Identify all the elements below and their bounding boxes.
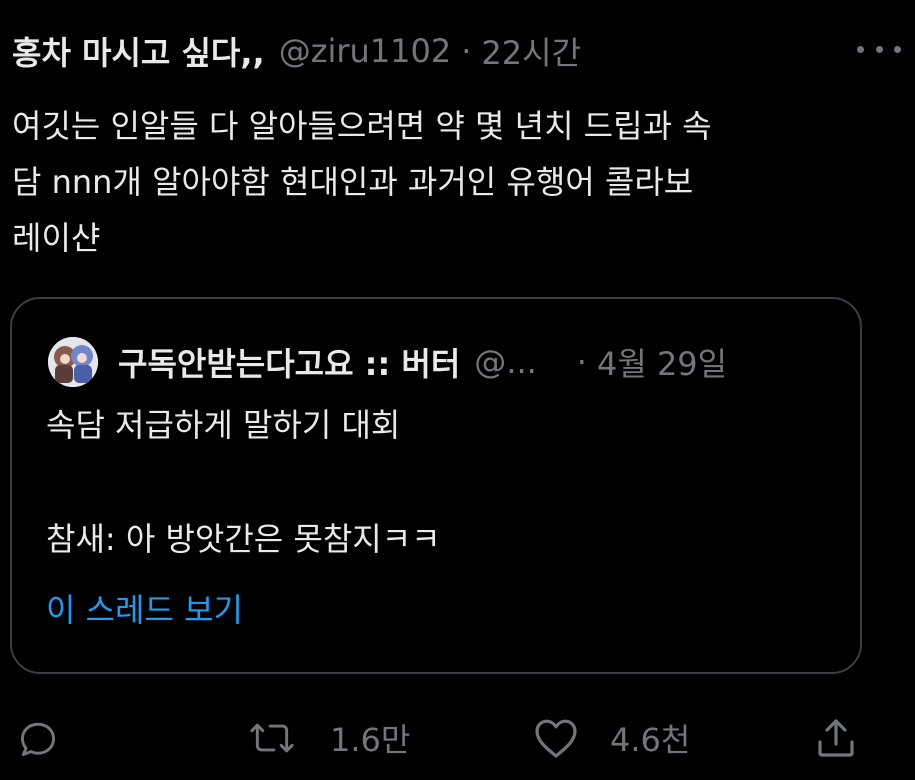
like-button[interactable]: 4.6천 [532,708,690,768]
author-handle[interactable]: @ziru1102 [279,32,452,70]
retweet-count: 1.6만 [330,721,411,759]
quoted-tweet-header: 구독안받는다고요 :: 버터 @... · 4월 29일 [48,337,830,387]
show-thread-link[interactable]: 이 스레드 보기 [46,585,243,635]
quoted-tweet-text: 속담 저급하게 말하기 대회 참새: 아 방앗간은 못참지ㅋㅋ [46,406,441,558]
retweet-button[interactable]: 1.6만 [244,708,410,768]
tweet-timestamp[interactable]: 22시간 [481,28,581,74]
reply-icon [16,716,60,760]
share-button[interactable] [812,708,860,768]
quoted-tweet-card[interactable]: 구독안받는다고요 :: 버터 @... · 4월 29일 속담 저급하게 말하기… [10,297,862,674]
separator-dot: · [576,343,587,381]
tweet-text: 여깃는 인알들 다 알아들으려면 약 몇 년치 드립과 속 담 nnn개 알아야… [12,107,712,257]
separator-dot: · [461,32,472,70]
quoted-author-display-name[interactable]: 구독안받는다고요 :: 버터 [118,339,460,385]
avatar[interactable] [48,337,98,387]
heart-icon [532,716,580,760]
quoted-author-handle[interactable]: @... [474,343,537,381]
like-count: 4.6천 [610,721,691,759]
author-display-name[interactable]: 홍차 마시고 싶다,, [12,28,265,74]
retweet-icon [244,716,300,760]
reply-button[interactable] [16,708,60,768]
quoted-tweet-date[interactable]: 4월 29일 [597,339,727,385]
action-bar: 1.6만 4.6천 [0,708,915,768]
more-options-icon[interactable] [857,34,901,64]
tweet-header: 홍차 마시고 싶다,, @ziru1102 · 22시간 [12,28,875,74]
share-icon [812,714,860,762]
